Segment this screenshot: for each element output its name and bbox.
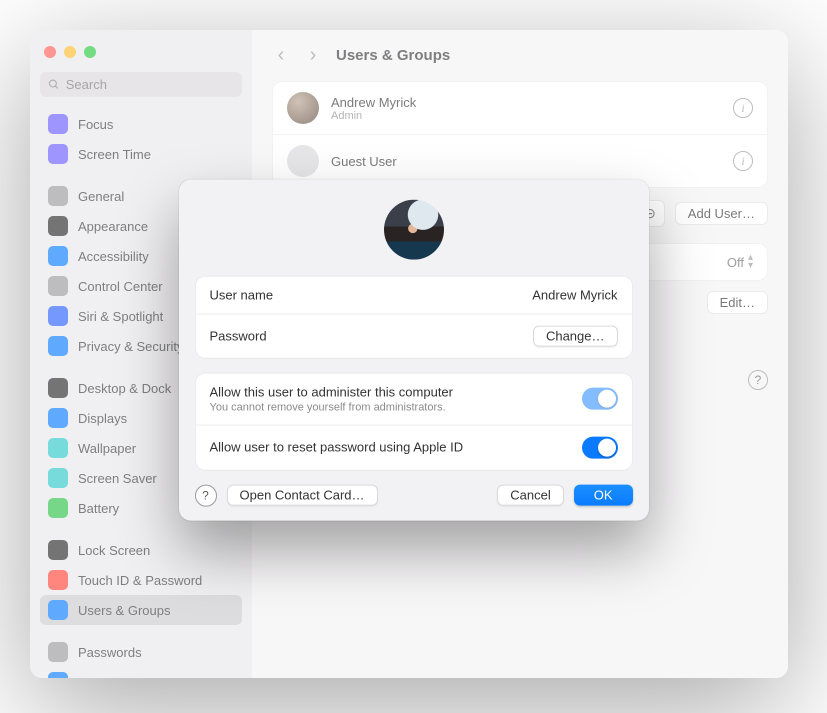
sidebar-item-label: Desktop & Dock	[78, 381, 171, 396]
admin-toggle	[582, 388, 618, 410]
sidebar-item-icon	[48, 114, 68, 134]
username-label: User name	[210, 287, 274, 302]
cancel-button[interactable]: Cancel	[497, 485, 563, 506]
sidebar-item-label: Passwords	[78, 645, 142, 660]
avatar-large[interactable]	[384, 199, 444, 259]
chevron-updown-icon: ▴▾	[748, 254, 753, 270]
username-value: Andrew Myrick	[532, 287, 617, 302]
window-controls	[44, 46, 242, 58]
autologin-value: Off	[727, 255, 744, 270]
sidebar-item-label: Appearance	[78, 219, 148, 234]
sidebar-item-label: Wallpaper	[78, 441, 136, 456]
admin-label: Allow this user to administer this compu…	[210, 384, 453, 399]
sidebar-item-label: Users & Groups	[78, 603, 170, 618]
username-row: User name Andrew Myrick	[196, 276, 632, 314]
info-icon[interactable]: i	[733, 151, 753, 171]
admin-row: Allow this user to administer this compu…	[196, 373, 632, 425]
sidebar-item-label: General	[78, 189, 124, 204]
add-user-button[interactable]: Add User…	[675, 202, 768, 225]
sidebar-item-icon	[48, 144, 68, 164]
search-field[interactable]	[40, 72, 242, 97]
back-icon[interactable]: ‹	[272, 44, 290, 67]
sidebar-item-label: Accessibility	[78, 249, 149, 264]
user-name: Andrew Myrick	[331, 95, 416, 110]
forward-icon: ›	[304, 44, 322, 67]
sidebar-item[interactable]: Screen Time	[40, 139, 242, 169]
sidebar-item[interactable]: Internet Accounts	[40, 667, 242, 678]
sidebar-item-label: Focus	[78, 117, 113, 132]
users-list: Andrew Myrick Admin i Guest User i	[272, 81, 768, 188]
sidebar-item-icon	[48, 408, 68, 428]
avatar	[287, 145, 319, 177]
sidebar-item-icon	[48, 378, 68, 398]
edit-user-sheet: User name Andrew Myrick Password Change……	[179, 179, 649, 520]
sidebar-item-icon	[48, 438, 68, 458]
sidebar-item-label: Touch ID & Password	[78, 573, 202, 588]
sidebar-item-label: Battery	[78, 501, 119, 516]
sidebar-item-icon	[48, 468, 68, 488]
appleid-reset-label: Allow user to reset password using Apple…	[210, 440, 464, 455]
open-contact-card-button[interactable]: Open Contact Card…	[227, 485, 378, 506]
appleid-reset-row: Allow user to reset password using Apple…	[196, 425, 632, 469]
sidebar-item[interactable]: Touch ID & Password	[40, 565, 242, 595]
user-name: Guest User	[331, 154, 397, 169]
admin-caption: You cannot remove yourself from administ…	[210, 401, 453, 413]
help-icon[interactable]: ?	[748, 370, 768, 390]
sidebar-item[interactable]: Focus	[40, 109, 242, 139]
sidebar-item-icon	[48, 186, 68, 206]
search-input[interactable]	[66, 77, 234, 92]
sidebar-item-label: Privacy & Security	[78, 339, 183, 354]
user-row[interactable]: Andrew Myrick Admin i	[273, 82, 767, 135]
sidebar-item-icon	[48, 642, 68, 662]
sidebar-item[interactable]: Users & Groups	[40, 595, 242, 625]
ok-button[interactable]: OK	[574, 485, 633, 506]
change-password-button[interactable]: Change…	[533, 325, 618, 346]
sidebar-item[interactable]: Passwords	[40, 637, 242, 667]
sidebar-item-icon	[48, 540, 68, 560]
sidebar-item-label: Internet Accounts	[78, 675, 178, 679]
sidebar-item-label: Screen Saver	[78, 471, 157, 486]
sidebar-item-icon	[48, 336, 68, 356]
password-label: Password	[210, 328, 267, 343]
help-icon[interactable]: ?	[195, 484, 217, 506]
sidebar-item-icon	[48, 498, 68, 518]
sidebar-item-icon	[48, 672, 68, 678]
sidebar-item-icon	[48, 246, 68, 266]
sidebar-item-icon	[48, 600, 68, 620]
user-role: Admin	[331, 110, 416, 122]
appleid-reset-toggle[interactable]	[582, 436, 618, 458]
sidebar-item[interactable]: Lock Screen	[40, 535, 242, 565]
sidebar-item-label: Screen Time	[78, 147, 151, 162]
sidebar-item-icon	[48, 306, 68, 326]
sidebar-item-label: Lock Screen	[78, 543, 150, 558]
info-icon[interactable]: i	[733, 98, 753, 118]
minimize-window-icon[interactable]	[64, 46, 76, 58]
zoom-window-icon[interactable]	[84, 46, 96, 58]
search-icon	[48, 78, 60, 91]
sidebar-item-label: Control Center	[78, 279, 163, 294]
page-title: Users & Groups	[336, 47, 450, 64]
password-row: Password Change…	[196, 314, 632, 357]
sidebar-item-icon	[48, 276, 68, 296]
sidebar-item-icon	[48, 570, 68, 590]
sidebar-item-label: Displays	[78, 411, 127, 426]
sidebar-item-label: Siri & Spotlight	[78, 309, 163, 324]
sidebar-item-icon	[48, 216, 68, 236]
avatar	[287, 92, 319, 124]
close-window-icon[interactable]	[44, 46, 56, 58]
edit-button[interactable]: Edit…	[707, 291, 768, 314]
